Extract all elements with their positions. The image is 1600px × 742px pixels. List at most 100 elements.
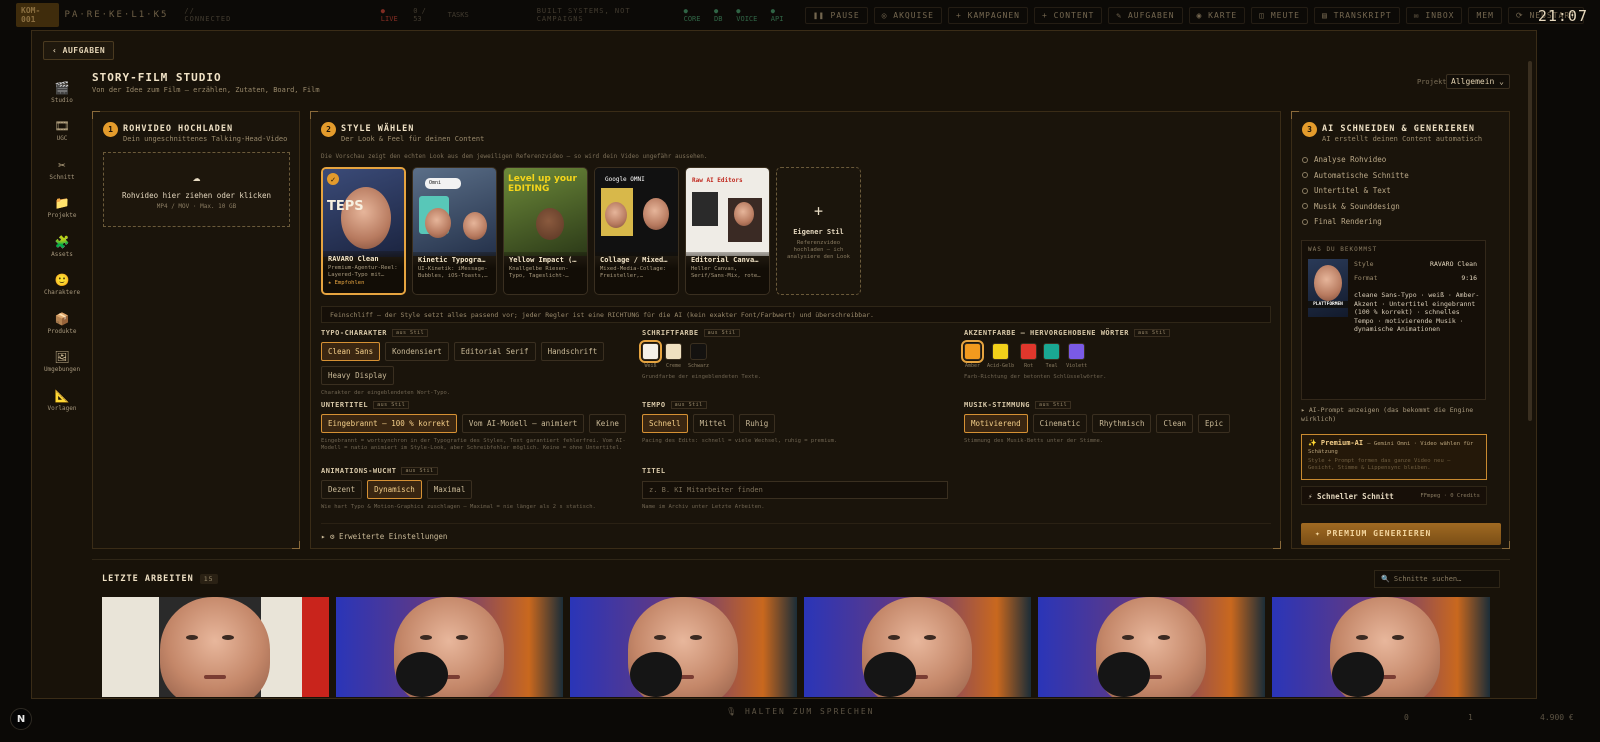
sidebar-item-vorlagen[interactable]: 📐 Vorlagen xyxy=(40,381,84,420)
aufgaben-top-button[interactable]: ✎ AUFGABEN xyxy=(1108,6,1183,24)
animation-option-dynamisch[interactable]: Dynamisch xyxy=(367,480,422,499)
style-card-yellow-impact[interactable]: Level up your EDITING Yellow Impact (… K… xyxy=(503,167,588,295)
subtitle-option-burned-in[interactable]: Eingebrannt — 100 % korrekt xyxy=(321,414,457,433)
transkript-button[interactable]: ▤ TRANSKRIPT xyxy=(1313,6,1400,24)
typo-option-editorial-serif[interactable]: Editorial Serif xyxy=(453,342,536,361)
sidebar-item-assets[interactable]: 🧩 Assets xyxy=(40,227,84,266)
subtitle-option-none[interactable]: Keine xyxy=(589,414,626,433)
sidebar-item-projekte[interactable]: 📁 Projekte xyxy=(40,189,84,228)
check-core: ● CORE xyxy=(683,7,701,23)
sidebar-item-produkte[interactable]: 📦 Produkte xyxy=(40,304,84,343)
step-number: 2 xyxy=(321,122,336,137)
mem-button[interactable]: MEM xyxy=(1468,6,1502,24)
recent-thumbnail[interactable] xyxy=(1038,597,1265,697)
style-card-collage-mixed[interactable]: Google OMNI Collage / Mixed… Mixed-Media… xyxy=(594,167,679,295)
recent-title: LETZTE ARBEITEN xyxy=(102,574,194,584)
typo-option-heavy-display[interactable]: Heavy Display xyxy=(321,366,394,385)
typo-option-handschrift[interactable]: Handschrift xyxy=(540,342,605,361)
project-select[interactable]: Allgemein ⌄ xyxy=(1446,74,1510,89)
style-card-editorial-canvas[interactable]: Raw AI Editors Editorial Canva… Heller C… xyxy=(685,167,770,295)
style-title: STYLE WÄHLEN xyxy=(341,124,415,134)
premium-generate-button[interactable]: ✦ PREMIUM GENERIEREN xyxy=(1301,523,1501,545)
music-option-motivierend[interactable]: Motivierend xyxy=(964,414,1028,433)
music-option-rhythmisch[interactable]: Rhythmisch xyxy=(1092,414,1152,433)
generate-subtitle: AI erstellt deinen Content automatisch xyxy=(1322,135,1483,143)
ai-prompt-toggle[interactable]: ▸ AI-Prompt anzeigen (das bekommt die En… xyxy=(1301,406,1486,424)
accent-violet[interactable]: Violett xyxy=(1066,343,1087,369)
accent-red[interactable]: Rot xyxy=(1020,343,1038,369)
animation-option-dezent[interactable]: Dezent xyxy=(321,480,363,499)
format-row-label: Format xyxy=(1354,274,1378,282)
recent-thumbnail[interactable] xyxy=(336,597,563,697)
push-to-talk-button[interactable]: 🎙 HALTEN ZUM SPRECHEN xyxy=(726,707,874,716)
recent-thumbnail[interactable] xyxy=(102,597,329,697)
tempo-option-mittel[interactable]: Mittel xyxy=(692,414,734,433)
font-color-white[interactable]: Weiß xyxy=(639,340,662,369)
film-icon: 🎞 xyxy=(54,119,70,134)
font-color-help: Grundfarbe der eingeblendeten Texte. xyxy=(642,374,762,380)
back-to-aufgaben-button[interactable]: ‹ AUFGABEN xyxy=(43,41,115,60)
project-label: Projekt xyxy=(1417,78,1447,86)
style-card-kinetic-typography[interactable]: Omni Kinetic Typogra… UI-Kinetik: iMessa… xyxy=(412,167,497,295)
landscape-icon: 🖼 xyxy=(54,350,70,365)
typo-option-clean-sans[interactable]: Clean Sans xyxy=(321,342,381,361)
video-dropzone[interactable]: ☁ Rohvideo hier ziehen oder klicken MP4 … xyxy=(103,152,290,227)
animation-option-maximal[interactable]: Maximal xyxy=(426,480,473,499)
title-help: Name im Archiv unter Letzte Arbeiten. xyxy=(642,504,765,510)
music-option-clean[interactable]: Clean xyxy=(1156,414,1194,433)
stat-value: 1 xyxy=(1468,713,1473,722)
advanced-settings-toggle[interactable]: ▸ ⚙ Erweiterte Einstellungen xyxy=(321,532,447,541)
recent-thumbnail[interactable] xyxy=(1272,597,1490,697)
sidebar-item-schnitt[interactable]: ✂ Schnitt xyxy=(40,150,84,189)
accent-acid-yellow[interactable]: Acid-Gelb xyxy=(987,343,1014,369)
font-color-cream[interactable]: Creme xyxy=(665,343,682,369)
top-bar: KOM-001 PA·RE·KE·L1·K5 // CONNECTED ● LI… xyxy=(0,0,1600,30)
sidebar-item-umgebungen[interactable]: 🖼 Umgebungen xyxy=(40,343,84,382)
checklist-label: Untertitel & Text xyxy=(1314,186,1391,196)
music-help: Stimmung des Musik-Betts unter der Stimm… xyxy=(964,438,1104,444)
recent-thumbnail[interactable] xyxy=(804,597,1031,697)
subtitle-group: UNTERTITEL aus Stil Eingebrannt — 100 % k… xyxy=(321,401,631,452)
accent-teal[interactable]: Teal xyxy=(1043,343,1061,369)
typo-label: TYPO-CHARAKTER xyxy=(321,329,388,337)
typo-option-kondensiert[interactable]: Kondensiert xyxy=(385,342,449,361)
swatch-label: Creme xyxy=(665,363,682,369)
premium-ai-option[interactable]: ✨ Premium-AI — Gemini Omni · Video wähle… xyxy=(1301,434,1487,480)
scissors-icon: ✂ xyxy=(58,157,66,172)
meute-button[interactable]: ◫ MEUTE xyxy=(1251,6,1308,24)
card-name: Collage / Mixed… xyxy=(600,256,668,264)
title-input[interactable]: z. B. KI Mitarbeiter finden xyxy=(642,481,948,499)
tempo-option-ruhig[interactable]: Ruhig xyxy=(738,414,776,433)
music-option-cinematic[interactable]: Cinematic xyxy=(1032,414,1088,433)
face-icon: 🙂 xyxy=(54,273,70,288)
overlay-omni: Omni xyxy=(425,178,461,189)
font-color-black[interactable]: Schwarz xyxy=(688,343,709,369)
sidebar-label: Charaktere xyxy=(43,289,81,297)
pause-button[interactable]: ❚❚ PAUSE xyxy=(805,6,868,24)
content-button[interactable]: + CONTENT xyxy=(1033,6,1103,24)
sidebar-item-studio[interactable]: 🎬 Studio xyxy=(40,73,84,112)
karte-button[interactable]: ◉ KARTE xyxy=(1188,6,1246,24)
modal-scrollbar[interactable] xyxy=(1528,61,1532,421)
circle-icon xyxy=(1302,156,1308,163)
inbox-button[interactable]: ✉ INBOX xyxy=(1405,6,1463,24)
animation-group: ANIMATIONS-WUCHT aus Stil Dezent Dynamisc… xyxy=(321,467,631,511)
recent-thumbnail[interactable] xyxy=(570,597,797,697)
custom-style-title: Eigener Stil xyxy=(793,227,844,236)
subtitle-option-ai-animated[interactable]: Vom AI-Modell — animiert xyxy=(461,414,585,433)
cloud-upload-icon: ☁ xyxy=(192,169,201,185)
sidebar-item-charaktere[interactable]: 🙂 Charaktere xyxy=(40,266,84,305)
music-option-epic[interactable]: Epic xyxy=(1198,414,1231,433)
akquise-button[interactable]: ◎ AKQUISE xyxy=(873,6,942,24)
from-style-tag: aus Stil xyxy=(670,401,707,409)
tempo-option-schnell[interactable]: Schnell xyxy=(642,414,688,433)
accent-amber[interactable]: Amber xyxy=(961,340,984,369)
thumbnail-caption: PLATTFORMEN xyxy=(1308,301,1348,308)
style-card-custom[interactable]: + Eigener Stil Referenzvideo hochladen —… xyxy=(776,167,861,295)
style-card-ravaro-clean[interactable]: TEPS ✓ RAVARO Clean Premium-Agentur-Reel… xyxy=(321,167,406,295)
n-logo-button[interactable]: N xyxy=(10,708,32,730)
sidebar-item-ugc[interactable]: 🎞 UGC xyxy=(40,112,84,151)
fast-cut-option[interactable]: ⚡ Schneller Schnitt FFmpeg · 0 Credits xyxy=(1301,486,1487,505)
recent-search-input[interactable]: 🔍 Schnitte suchen… xyxy=(1374,570,1500,588)
kampagnen-button[interactable]: + KAMPAGNEN xyxy=(948,6,1028,24)
